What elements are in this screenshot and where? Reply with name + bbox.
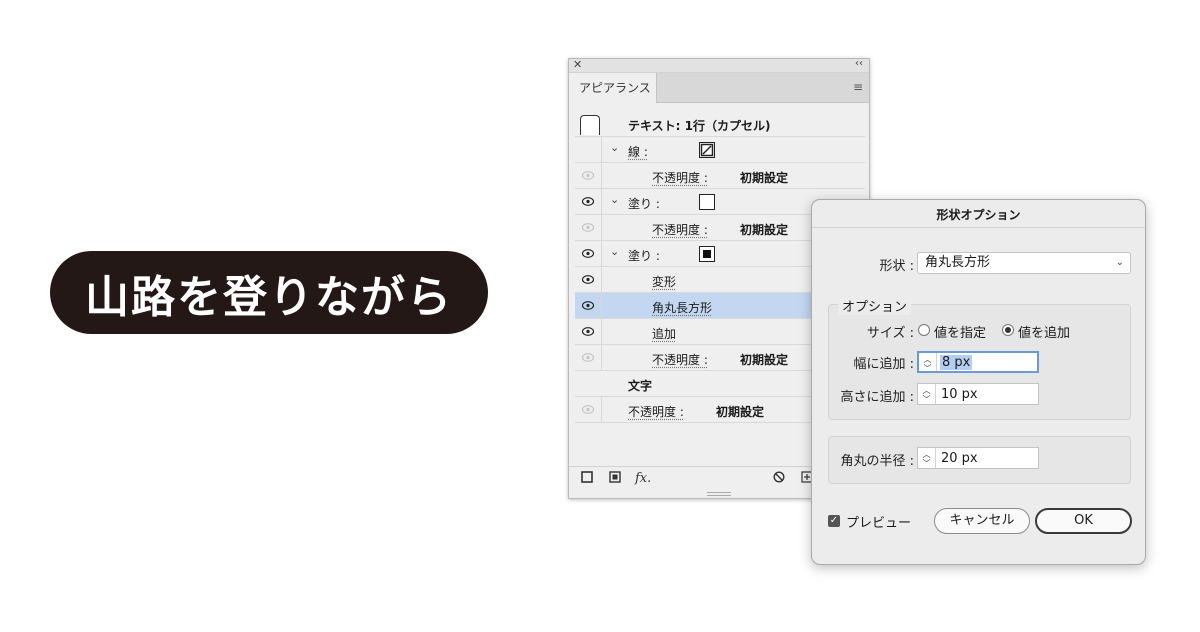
shape-select[interactable]: 角丸長方形 ⌄ — [917, 252, 1131, 274]
width-add-value: 8 px — [940, 355, 973, 370]
object-thumbnail-icon — [580, 115, 600, 135]
opacity-value: 初期設定 — [716, 405, 765, 419]
stepper-arrows-icon[interactable]: ︿ ﹀ — [918, 448, 936, 468]
dialog-title: 形状オプション — [936, 208, 1021, 222]
eye-icon[interactable] — [582, 249, 594, 258]
preview-checkbox[interactable]: ✓ — [828, 515, 840, 527]
stroke-opacity-row[interactable]: 不透明度 : 初期設定 — [575, 163, 865, 189]
fill-label[interactable]: 塗り : — [628, 195, 660, 212]
preview-label[interactable]: プレビュー — [846, 512, 911, 531]
chevron-down-icon[interactable]: ⌄ — [610, 141, 619, 154]
opacity-value: 初期設定 — [740, 353, 789, 367]
eye-off-icon[interactable] — [582, 145, 594, 154]
eye-icon[interactable] — [582, 275, 594, 284]
fx-icon[interactable]: fx. — [635, 471, 651, 486]
chevron-down-icon: ⌄ — [1115, 257, 1124, 268]
eye-icon[interactable] — [582, 171, 594, 180]
cancel-button[interactable]: キャンセル — [934, 508, 1030, 534]
collapse-icon[interactable]: ‹‹ — [855, 58, 863, 69]
size-specify-radio[interactable] — [918, 324, 930, 336]
size-add-label[interactable]: 値を追加 — [1018, 322, 1070, 341]
stroke-row[interactable]: ⌄ 線 : — [575, 137, 865, 163]
size-specify-label[interactable]: 値を指定 — [934, 322, 986, 341]
opacity-value: 初期設定 — [740, 171, 789, 185]
ok-button[interactable]: OK — [1035, 508, 1132, 534]
stroke-swatch-icon[interactable] — [699, 142, 715, 158]
opacity-label[interactable]: 不透明度 : — [628, 403, 684, 420]
eye-icon[interactable] — [582, 405, 594, 414]
corner-radius-input[interactable]: ︿ ﹀ 20 px — [917, 447, 1039, 469]
characters-label[interactable]: 文字 — [628, 377, 652, 394]
fill-label[interactable]: 塗り : — [628, 247, 660, 264]
tab-appearance[interactable]: アピアランス — [569, 73, 657, 103]
shape-options-dialog: 形状オプション 形状 : 角丸長方形 ⌄ オプション サイズ : 値を指定 値を… — [811, 199, 1146, 565]
panel-tabbar: アピアランス ≡ — [569, 73, 869, 103]
eye-icon[interactable] — [582, 197, 594, 206]
resize-grip[interactable] — [707, 492, 731, 496]
fill-swatch-black-icon[interactable] — [699, 246, 715, 262]
opacity-value: 初期設定 — [740, 223, 789, 237]
height-add-value: 10 px — [941, 387, 978, 402]
height-add-input[interactable]: ︿ ﹀ 10 px — [917, 383, 1039, 405]
width-add-label: 幅に追加 : — [853, 357, 914, 372]
chevron-down-icon[interactable]: ⌄ — [610, 245, 619, 258]
add-new-fill-icon[interactable] — [609, 471, 621, 487]
shape-select-value: 角丸長方形 — [925, 255, 991, 270]
stepper-arrows-icon[interactable]: ︿ ﹀ — [918, 384, 936, 404]
panel-menu-icon[interactable]: ≡ — [853, 80, 863, 94]
chevron-down-icon[interactable]: ⌄ — [610, 193, 619, 206]
rounded-rect-effect-label[interactable]: 角丸長方形 — [652, 299, 712, 316]
corner-radius-label: 角丸の半径 : — [840, 454, 914, 469]
opacity-label[interactable]: 不透明度 : — [652, 221, 708, 238]
shape-label: 形状 : — [879, 259, 914, 274]
add-effect-label[interactable]: 追加 — [652, 325, 676, 342]
eye-icon[interactable] — [582, 223, 594, 232]
clear-appearance-icon[interactable] — [773, 471, 785, 487]
eye-icon[interactable] — [582, 327, 594, 336]
fill-swatch-white-icon[interactable] — [699, 194, 715, 210]
size-label: サイズ : — [866, 326, 914, 341]
corner-radius-value: 20 px — [941, 451, 978, 466]
object-title: テキスト: 1行（カプセル) — [628, 119, 771, 133]
appearance-header-row[interactable]: テキスト: 1行（カプセル) — [575, 111, 865, 137]
opacity-label[interactable]: 不透明度 : — [652, 351, 708, 368]
stepper-arrows-icon[interactable]: ︿ ﹀ — [919, 353, 937, 373]
size-add-radio[interactable] — [1002, 324, 1014, 336]
add-new-stroke-icon[interactable] — [581, 471, 593, 487]
sample-pill-text: 山路を登りながら — [50, 251, 488, 334]
width-add-input[interactable]: ︿ ﹀ 8 px — [917, 351, 1039, 373]
close-icon[interactable]: ✕ — [573, 58, 582, 71]
panel-titlebar: ✕ ‹‹ — [569, 58, 869, 73]
height-add-label: 高さに追加 : — [840, 390, 914, 405]
stroke-label[interactable]: 線 : — [628, 143, 648, 160]
options-legend: オプション — [838, 296, 912, 315]
eye-icon[interactable] — [582, 353, 594, 362]
transform-effect-label[interactable]: 変形 — [652, 273, 676, 290]
eye-icon[interactable] — [582, 301, 594, 310]
opacity-label[interactable]: 不透明度 : — [652, 169, 708, 186]
